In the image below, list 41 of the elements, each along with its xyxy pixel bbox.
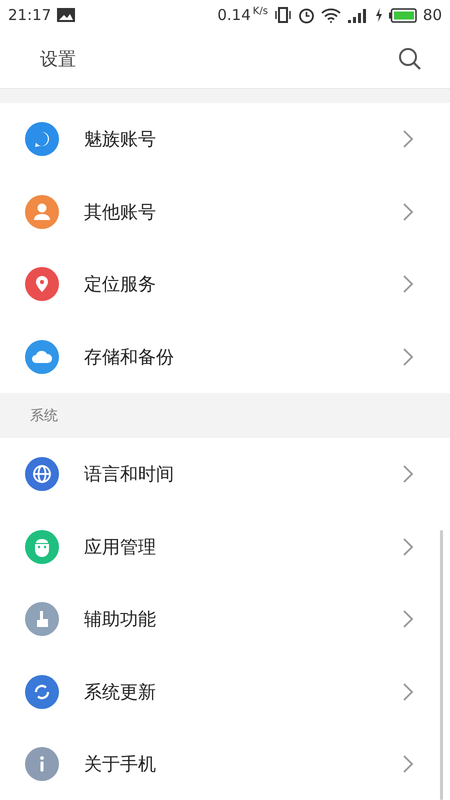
chevron-icon: [402, 346, 414, 367]
settings-item[interactable]: 语言和时间: [0, 438, 450, 510]
settings-item[interactable]: 魅族账号: [0, 103, 450, 176]
settings-item[interactable]: 定位服务: [0, 248, 450, 320]
wifi-icon: [320, 8, 341, 22]
item-label: 系统更新: [84, 680, 157, 704]
item-label: 魅族账号: [84, 128, 157, 152]
settings-item[interactable]: 其他账号: [0, 176, 450, 248]
alarm-icon: [298, 6, 315, 24]
item-label: 辅助功能: [84, 608, 157, 632]
chevron-icon: [402, 274, 414, 294]
battery-percent: 80: [422, 6, 442, 24]
search-icon[interactable]: [398, 47, 422, 71]
speed-unit: K/s: [252, 6, 268, 17]
chevron-icon: [402, 682, 414, 702]
network-speed: 0.14: [217, 6, 251, 24]
item-label: 其他账号: [84, 200, 157, 224]
chevron-icon: [402, 609, 414, 630]
item-label: 定位服务: [84, 273, 157, 296]
item-label: 语言和时间: [84, 463, 175, 486]
item-label: 关于手机: [84, 753, 157, 776]
chevron-icon: [402, 202, 414, 222]
image-icon: [57, 8, 76, 22]
chevron-icon: [402, 464, 414, 484]
settings-item[interactable]: 辅助功能: [0, 583, 450, 656]
section-title: 系统: [30, 406, 58, 424]
settings-item[interactable]: 应用管理: [0, 510, 450, 583]
battery-icon: [388, 8, 417, 22]
item-label: 存储和备份: [84, 346, 175, 369]
chevron-icon: [402, 536, 414, 557]
charging-icon: [374, 8, 383, 22]
page-title: 设置: [40, 48, 76, 71]
item-label: 应用管理: [84, 536, 157, 559]
signal-icon: [346, 8, 369, 22]
chevron-icon: [402, 754, 414, 774]
chevron-icon: [402, 129, 414, 150]
vibrate-icon: [274, 7, 292, 23]
settings-item[interactable]: 关于手机: [0, 728, 450, 800]
settings-item[interactable]: 存储和备份: [0, 320, 450, 393]
settings-item[interactable]: 系统更新: [0, 656, 450, 728]
clock-time: 21:17: [8, 6, 52, 24]
